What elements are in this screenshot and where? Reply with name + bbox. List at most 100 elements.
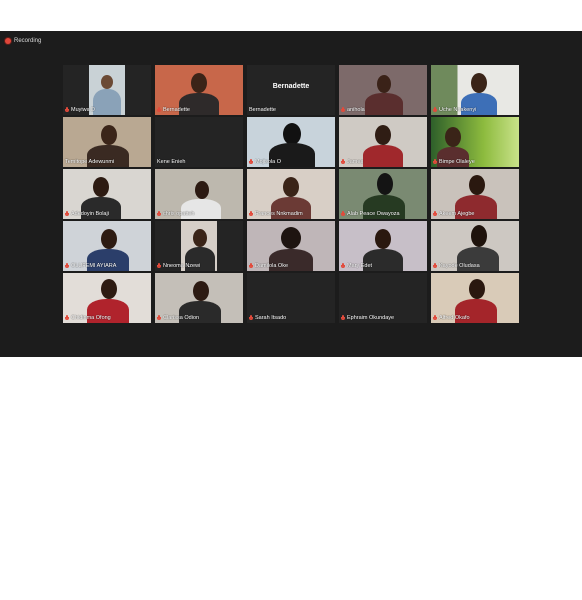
- participant-name: Alab Peace Owayoza: [347, 210, 400, 217]
- participant-name: Bimpe Olaleye: [439, 158, 475, 165]
- muted-mic-icon: [341, 107, 345, 113]
- muted-mic-icon: [433, 159, 437, 165]
- muted-mic-icon: [65, 211, 69, 217]
- participant-name: Damilola Oke: [255, 262, 289, 269]
- participant-name: Adedoyin Bolaji: [71, 210, 109, 217]
- muted-mic-icon: [433, 315, 437, 321]
- video-tile[interactable]: Bernadette Bernadette: [247, 65, 335, 115]
- video-tile[interactable]: Nneoma Nzewi: [155, 221, 243, 271]
- participant-name-tag: OLUFEMI AYIARA: [65, 262, 116, 270]
- participant-name-tag: chris opatteh: [157, 210, 195, 218]
- video-gallery: Muyiwa D Bernadette Bernadette Bernadett…: [63, 65, 519, 325]
- participant-name: Kayode Oludasa: [439, 262, 480, 269]
- muted-mic-icon: [65, 315, 69, 321]
- participant-name: chris opatteh: [163, 210, 195, 217]
- muted-mic-icon: [341, 315, 345, 321]
- muted-mic-icon: [249, 315, 253, 321]
- muted-mic-icon: [65, 263, 69, 269]
- participant-name: Muyiwa D: [71, 106, 96, 113]
- muted-mic-icon: [433, 211, 437, 217]
- muted-mic-icon: [157, 107, 161, 113]
- video-tile[interactable]: Chidinma Ofong: [63, 273, 151, 323]
- video-tile[interactable]: Kene Enieh: [155, 117, 243, 167]
- video-tile[interactable]: chris opatteh: [155, 169, 243, 219]
- video-tile[interactable]: Damilola Oke: [247, 221, 335, 271]
- participant-name: Nneoma Nzewi: [163, 262, 201, 269]
- participant-name-tag: Muyiwa D: [65, 106, 95, 114]
- participant-name-tag: Frances Nnkmadim: [249, 210, 303, 218]
- participant-name-tag: Alfred Okafo: [433, 314, 470, 322]
- muted-mic-icon: [249, 263, 253, 269]
- participant-name-tag: Clarissa Odion: [157, 314, 199, 322]
- participant-display-name: Bernadette: [272, 83, 310, 90]
- video-tile[interactable]: Mary Edet: [339, 221, 427, 271]
- video-tile[interactable]: James: [339, 117, 427, 167]
- participant-name-tag: Mojisola O: [249, 158, 281, 166]
- video-tile-active-speaker[interactable]: Temitope Adewunmi: [63, 117, 151, 167]
- muted-mic-icon: [157, 263, 161, 269]
- video-tile[interactable]: Bimpe Olaleye: [431, 117, 519, 167]
- video-tile[interactable]: Kayode Oludasa: [431, 221, 519, 271]
- muted-mic-icon: [249, 159, 253, 165]
- record-dot-icon: [5, 38, 11, 44]
- participant-name: Ephraim Okundaye: [347, 314, 395, 321]
- participant-name-tag: Bernadette: [157, 106, 190, 114]
- muted-mic-icon: [433, 263, 437, 269]
- video-tile[interactable]: Alfred Okafo: [431, 273, 519, 323]
- participant-name: Bernadette: [249, 106, 276, 113]
- participant-name-tag: Ephraim Okundaye: [341, 314, 394, 322]
- participant-name: Frances Nnkmadim: [255, 210, 303, 217]
- participant-name: Temitope Adewunmi: [65, 158, 115, 165]
- participant-name: Clarissa Odion: [163, 314, 200, 321]
- video-tile[interactable]: OLUFEMI AYIARA: [63, 221, 151, 271]
- participant-name-tag: Temitope Adewunmi: [65, 158, 114, 166]
- participant-name: anihola: [347, 106, 365, 113]
- participant-name-tag: Uche Nnakenyi: [433, 106, 476, 114]
- participant-name-tag: Adedoyin Bolaji: [65, 210, 109, 218]
- participant-name-tag: Kene Enieh: [157, 158, 185, 166]
- video-tile[interactable]: Mojisola O: [247, 117, 335, 167]
- participant-name-tag: Bernadette: [249, 106, 276, 114]
- participant-name-tag: James: [341, 158, 363, 166]
- video-tile[interactable]: Clarissa Odion: [155, 273, 243, 323]
- participant-name: Mary Edet: [347, 262, 373, 269]
- muted-mic-icon: [157, 211, 161, 217]
- muted-mic-icon: [341, 211, 345, 217]
- video-tile[interactable]: Alab Peace Owayoza: [339, 169, 427, 219]
- participant-name: Sarah Itsado: [255, 314, 287, 321]
- participant-name: Mojisola O: [255, 158, 281, 165]
- participant-name-tag: Alab Peace Owayoza: [341, 210, 400, 218]
- participant-name-tag: Mary Edet: [341, 262, 372, 270]
- muted-mic-icon: [433, 107, 437, 113]
- participant-name: Alfred Okafo: [439, 314, 470, 321]
- participant-name: James: [347, 158, 364, 165]
- muted-mic-icon: [65, 107, 69, 113]
- video-tile[interactable]: Frances Nnkmadim: [247, 169, 335, 219]
- participant-name-tag: Akeem Ajegbe: [433, 210, 474, 218]
- participant-name-tag: Bimpe Olaleye: [433, 158, 475, 166]
- participant-name-tag: Chidinma Ofong: [65, 314, 111, 322]
- recording-label: Recording: [14, 38, 42, 44]
- video-tile[interactable]: Akeem Ajegbe: [431, 169, 519, 219]
- participant-name: Akeem Ajegbe: [439, 210, 475, 217]
- video-tile[interactable]: Adedoyin Bolaji: [63, 169, 151, 219]
- muted-mic-icon: [341, 263, 345, 269]
- participant-name-tag: Sarah Itsado: [249, 314, 286, 322]
- video-tile[interactable]: anihola: [339, 65, 427, 115]
- video-tile[interactable]: Uche Nnakenyi: [431, 65, 519, 115]
- participant-name: OLUFEMI AYIARA: [71, 262, 117, 269]
- muted-mic-icon: [249, 211, 253, 217]
- participant-name-tag: Damilola Oke: [249, 262, 288, 270]
- participant-name-tag: anihola: [341, 106, 365, 114]
- participant-name: Chidinma Ofong: [71, 314, 111, 321]
- participant-name-tag: Nneoma Nzewi: [157, 262, 200, 270]
- recording-indicator[interactable]: Recording: [5, 36, 41, 46]
- muted-mic-icon: [341, 159, 345, 165]
- participant-name: Bernadette: [163, 106, 190, 113]
- video-tile[interactable]: Muyiwa D: [63, 65, 151, 115]
- muted-mic-icon: [157, 315, 161, 321]
- video-tile[interactable]: Bernadette: [155, 65, 243, 115]
- video-tile[interactable]: Sarah Itsado: [247, 273, 335, 323]
- participant-name: Kene Enieh: [157, 158, 186, 165]
- video-tile[interactable]: Ephraim Okundaye: [339, 273, 427, 323]
